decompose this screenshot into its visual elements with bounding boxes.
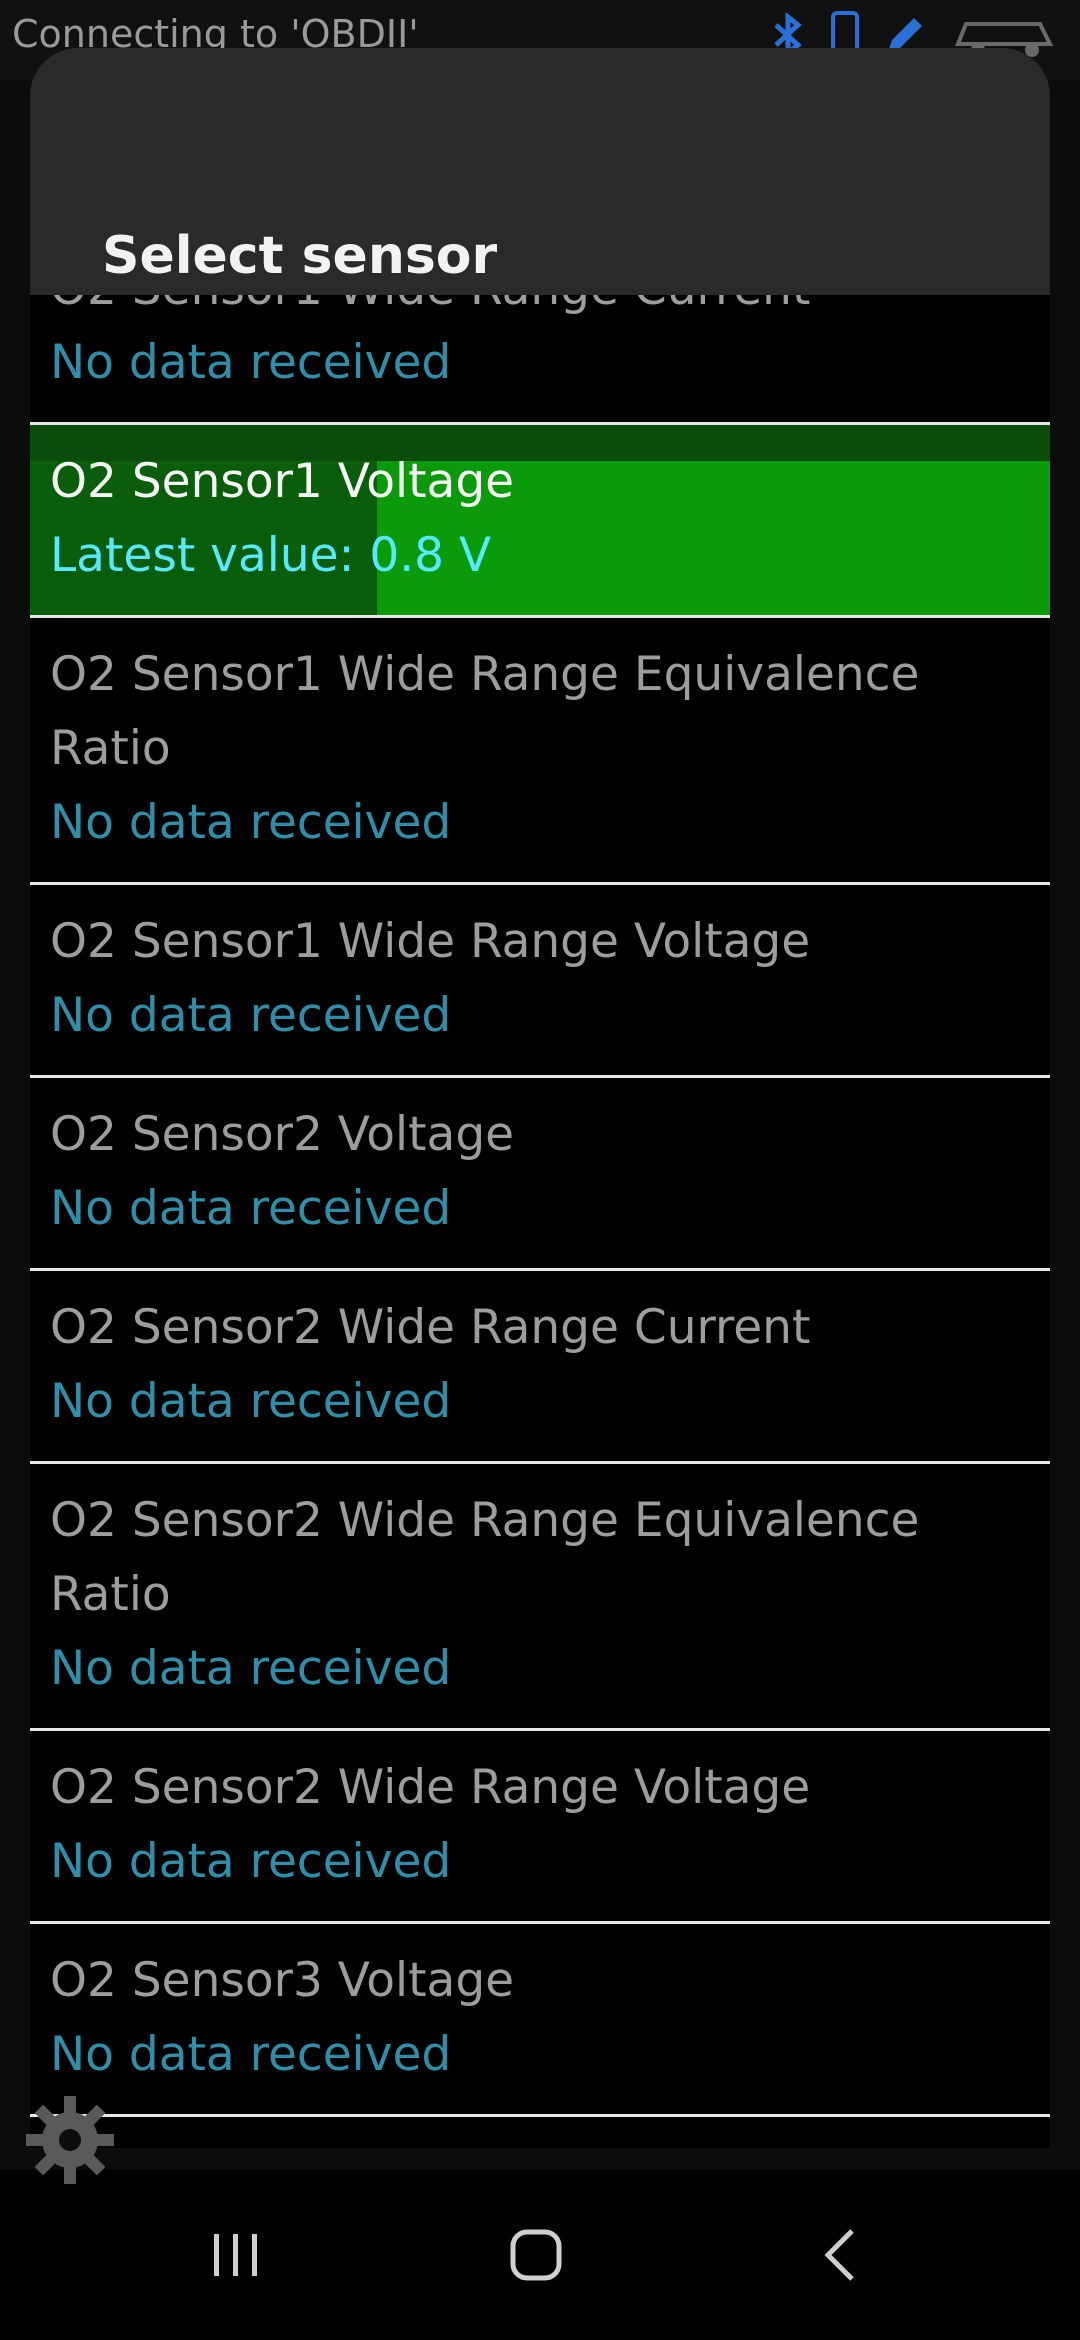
- sensor-value: No data received: [50, 1834, 452, 1889]
- sensor-name: O2 Sensor1 Wide Range Voltage: [50, 914, 811, 969]
- sensor-list[interactable]: O2 Sensor1 Wide Range Current No data rec…: [30, 295, 1050, 2148]
- dialog-title: Select sensor: [102, 226, 498, 286]
- back-icon: [824, 2229, 854, 2281]
- dialog-header: Select sensor: [30, 48, 1050, 295]
- back-button[interactable]: [790, 2210, 890, 2300]
- sensor-list-item[interactable]: O2 Sensor2 Wide Range Equivalence Ratio N…: [30, 1464, 1050, 1731]
- sensor-list-item[interactable]: O2 Sensor1 Voltage Latest value: 0.8 V: [30, 425, 1050, 618]
- sensor-name: O2 Sensor1 Wide Range Equivalence Ratio: [50, 647, 920, 776]
- recents-icon: [214, 2234, 257, 2276]
- sensor-value: No data received: [50, 1374, 452, 1429]
- sensor-name: O2 Sensor2 Voltage: [50, 1107, 515, 1162]
- sensor-value: No data received: [50, 795, 452, 850]
- sensor-name: O2 Sensor1 Voltage: [50, 454, 515, 509]
- sensor-name: O2 Sensor3 Wide Range Current: [50, 2137, 1030, 2148]
- recents-button[interactable]: [186, 2210, 286, 2300]
- sensor-list-item[interactable]: O2 Sensor3 Wide Range Current: [30, 2117, 1050, 2148]
- sensor-list-item[interactable]: O2 Sensor2 Voltage No data received: [30, 1078, 1050, 1271]
- sensor-list-item[interactable]: O2 Sensor3 Voltage No data received: [30, 1924, 1050, 2117]
- sensor-name: O2 Sensor3 Voltage: [50, 1953, 515, 2008]
- navigation-bar: [0, 2170, 1080, 2340]
- home-icon: [510, 2229, 562, 2281]
- sensor-name: O2 Sensor2 Wide Range Voltage: [50, 1760, 811, 1815]
- gear-icon[interactable]: [20, 2090, 120, 2190]
- sensor-name: O2 Sensor2 Wide Range Equivalence Ratio: [50, 1493, 920, 1622]
- sensor-value: No data received: [50, 1641, 452, 1696]
- sensor-value: No data received: [50, 1181, 452, 1236]
- screen: Connecting to 'OBDII' Select sensor No d…: [0, 0, 1080, 2340]
- sensor-value: Latest value: 0.8 V: [50, 528, 492, 583]
- sensor-list-item[interactable]: O2 Sensor2 Wide Range Current No data rec…: [30, 1271, 1050, 1464]
- sensor-list-item[interactable]: O2 Sensor1 Wide Range Current No data rec…: [30, 295, 1050, 425]
- home-button[interactable]: [486, 2210, 586, 2300]
- sensor-list-item[interactable]: O2 Sensor1 Wide Range Equivalence Ratio N…: [30, 618, 1050, 885]
- sensor-list-content: O2 Sensor1 Wide Range Current No data rec…: [30, 295, 1050, 2148]
- sensor-list-item[interactable]: O2 Sensor1 Wide Range Voltage No data rec…: [30, 885, 1050, 1078]
- sensor-value: No data received: [50, 988, 452, 1043]
- sensor-value: No data received: [50, 335, 452, 390]
- sensor-name: O2 Sensor1 Wide Range Current: [50, 295, 1030, 326]
- sensor-name: O2 Sensor2 Wide Range Current: [50, 1300, 811, 1355]
- select-sensor-dialog: Select sensor O2 Sensor1 Wide Range Curr…: [30, 48, 1050, 2148]
- sensor-list-item[interactable]: O2 Sensor2 Wide Range Voltage No data rec…: [30, 1731, 1050, 1924]
- sensor-value: No data received: [50, 2027, 452, 2082]
